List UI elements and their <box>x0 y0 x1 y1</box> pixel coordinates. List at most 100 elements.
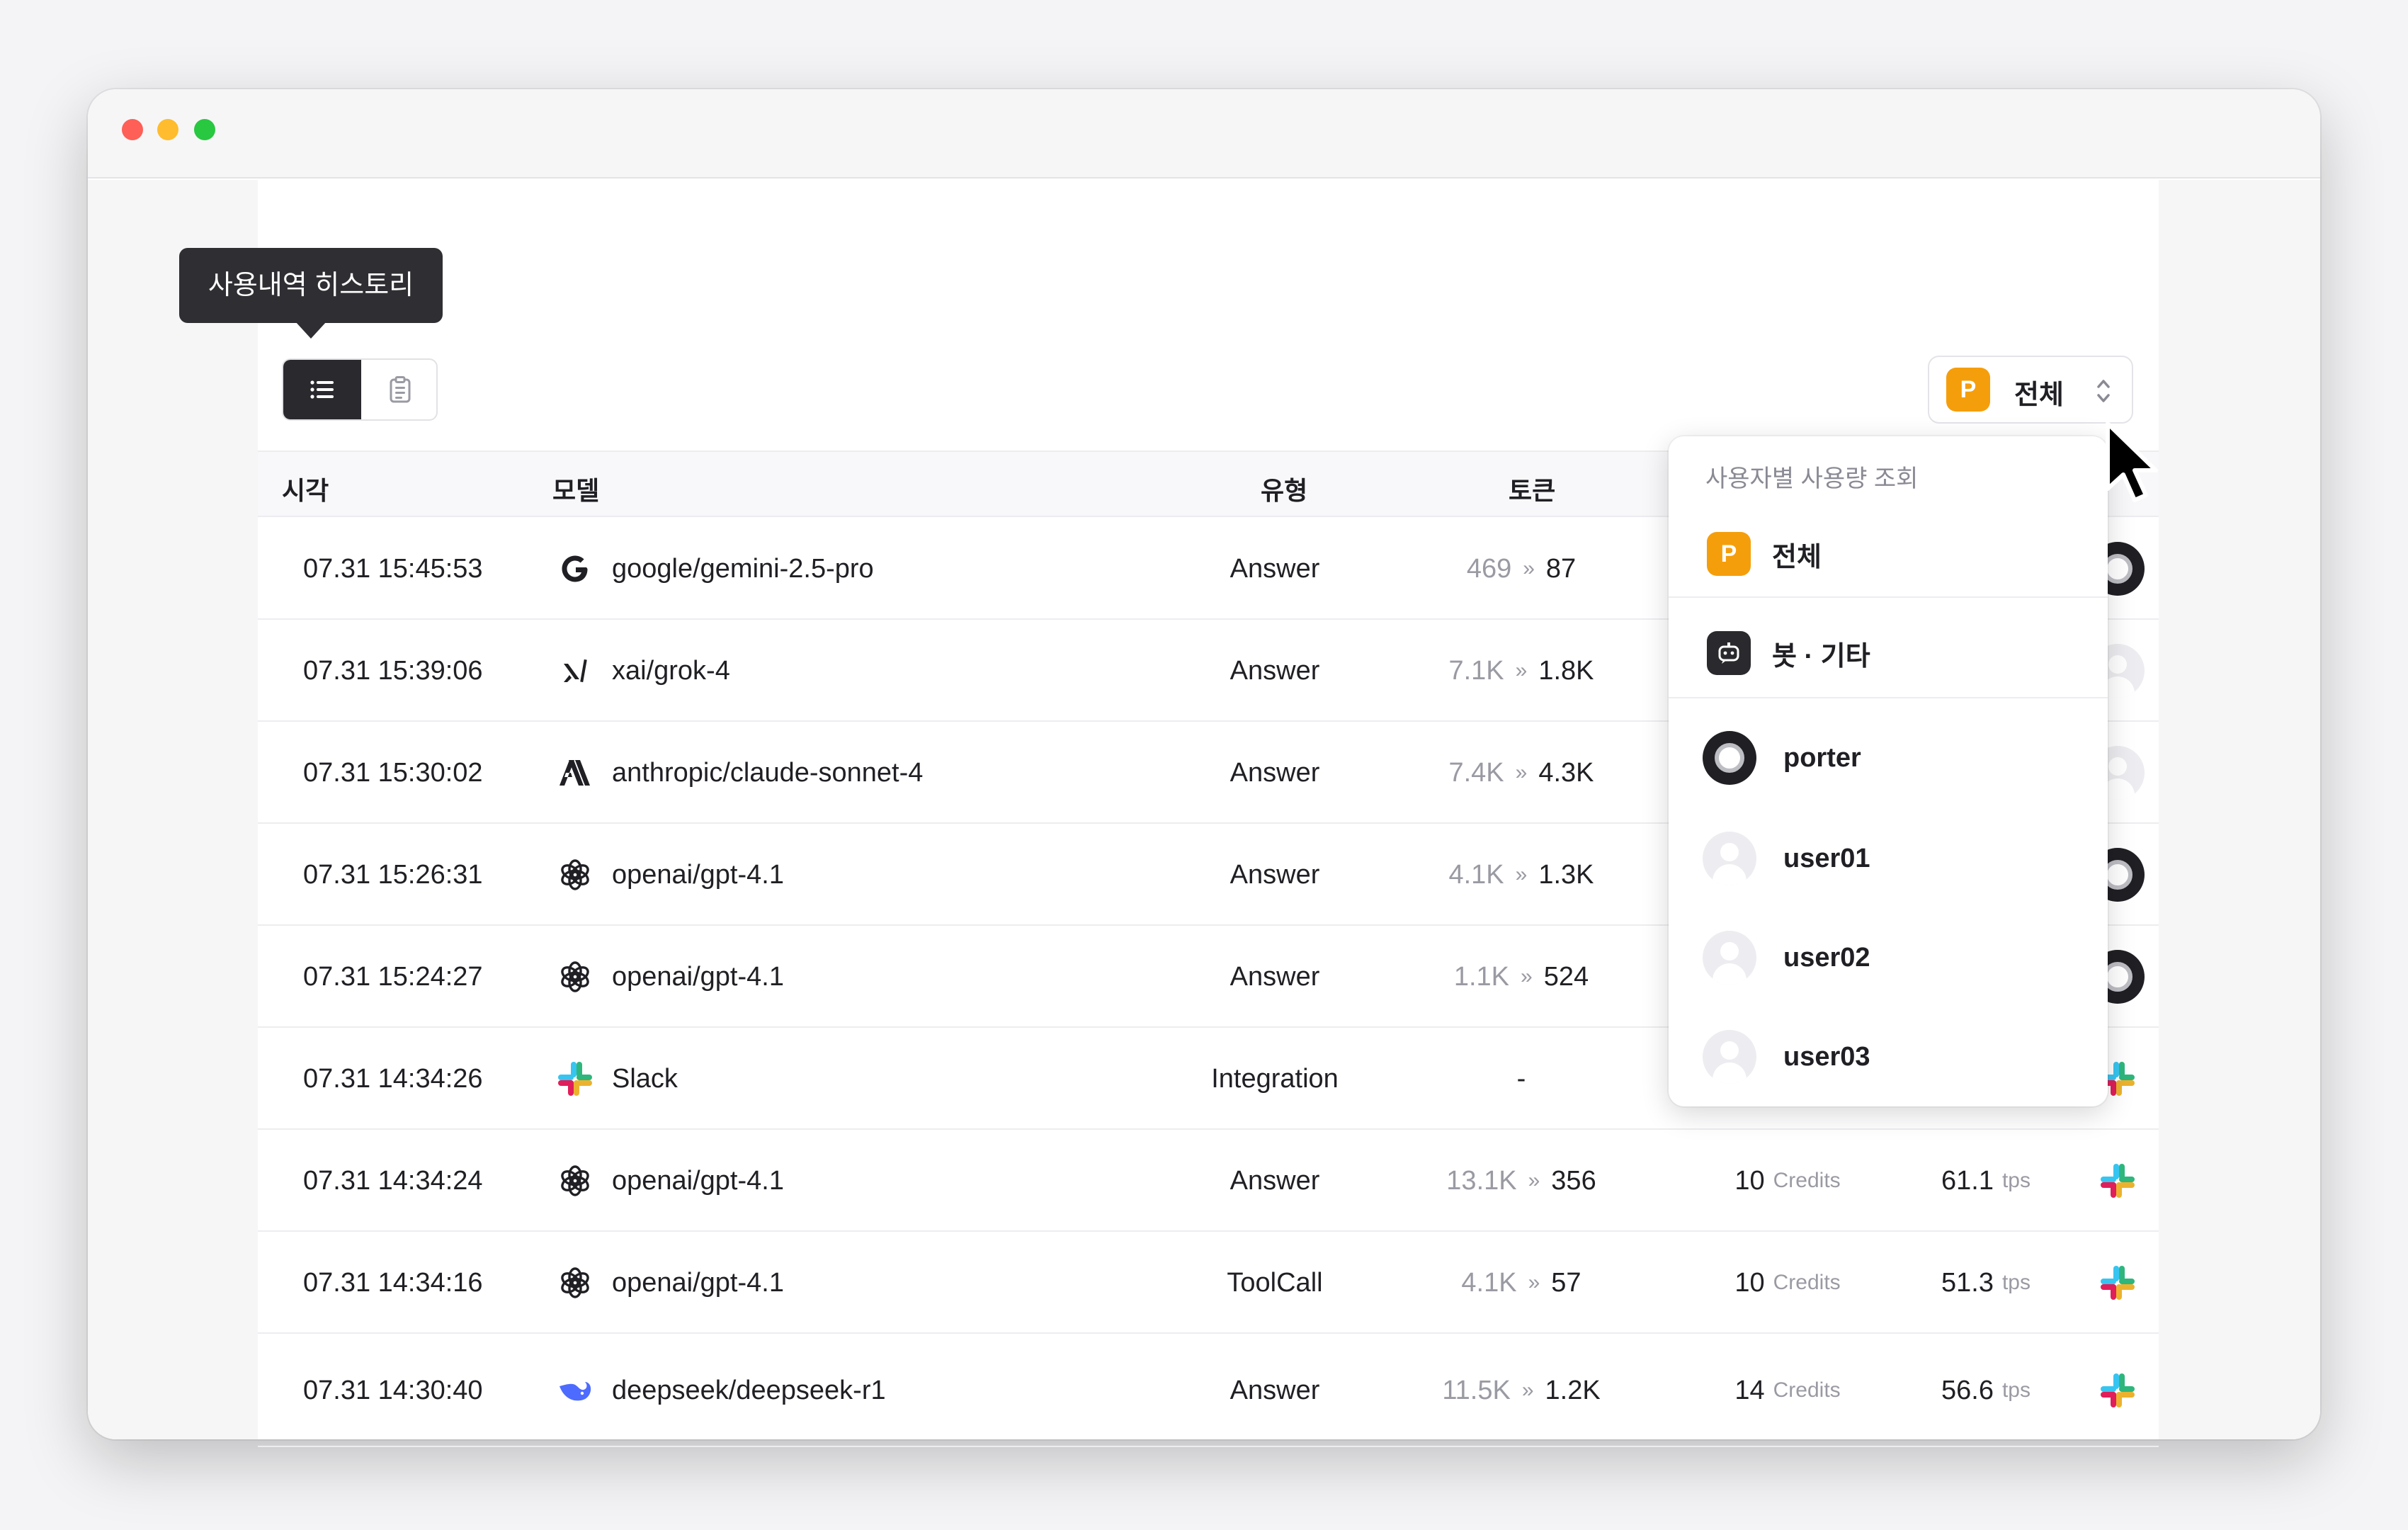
slack-icon <box>2089 1232 2146 1334</box>
dropdown-item-label: user01 <box>1783 843 1870 873</box>
dropdown-item-all[interactable]: P 전체 <box>1669 504 2108 604</box>
column-header-type[interactable]: 유형 <box>1261 470 1307 507</box>
row-model: openai/gpt-4.1 <box>555 1130 1193 1232</box>
row-model: deepseek/deepseek-r1 <box>555 1334 1193 1447</box>
slack-icon <box>555 1059 595 1099</box>
row-type: Answer <box>1169 926 1381 1028</box>
row-model-name: xai/grok-4 <box>612 655 730 686</box>
row-credits: 10 Credits <box>1681 1232 1894 1334</box>
row-type: Answer <box>1169 824 1381 926</box>
table-row[interactable]: 07.31 14:34:16 openai/gpt-4.1 ToolCall 4… <box>258 1232 2159 1334</box>
mouse-cursor-icon <box>2106 421 2158 502</box>
row-time-text: 07.31 14:34:24 <box>303 1165 483 1196</box>
row-time: 07.31 15:30:02 <box>303 722 516 824</box>
row-type: Integration <box>1169 1028 1381 1130</box>
chevron-up-down-icon <box>2097 380 2110 402</box>
row-type-text: ToolCall <box>1227 1267 1323 1298</box>
tps-unit: tps <box>2001 1169 2031 1192</box>
tokens-arrow: » <box>1528 1271 1540 1294</box>
xai-icon <box>555 651 595 691</box>
row-type: Answer <box>1169 722 1381 824</box>
row-time-text: 07.31 14:34:16 <box>303 1267 483 1298</box>
minimize-window-button[interactable] <box>157 119 178 140</box>
history-tooltip: 사용내역 히스토리 <box>179 248 443 339</box>
credits-unit: Credits <box>1773 1169 1841 1192</box>
row-tokens: 7.1K » 1.8K <box>1415 620 1628 722</box>
row-model-name: anthropic/claude-sonnet-4 <box>612 757 924 788</box>
row-tokens: 4.1K » 57 <box>1415 1232 1628 1334</box>
close-window-button[interactable] <box>122 119 143 140</box>
user-avatar <box>1703 832 1756 885</box>
row-model: Slack <box>555 1028 1193 1130</box>
slack-icon <box>2089 1334 2146 1447</box>
row-time: 07.31 15:39:06 <box>303 620 516 722</box>
dropdown-divider <box>1669 697 2108 698</box>
row-tokens: 13.1K » 356 <box>1415 1130 1628 1232</box>
credits-value: 10 <box>1734 1267 1765 1298</box>
dropdown-divider <box>1669 596 2108 598</box>
dropdown-item-label: user03 <box>1783 1041 1870 1072</box>
row-model-name: openai/gpt-4.1 <box>612 1267 784 1298</box>
summary-view-button[interactable] <box>361 360 436 419</box>
dropdown-item-user03[interactable]: user03 <box>1669 1007 2108 1106</box>
dropdown-item-user01[interactable]: user01 <box>1669 809 2108 908</box>
row-type-text: Answer <box>1229 1165 1320 1196</box>
dropdown-item-bots[interactable]: 봇 · 기타 <box>1669 604 2108 703</box>
row-model: openai/gpt-4.1 <box>555 926 1193 1028</box>
dropdown-item-user02[interactable]: user02 <box>1669 908 2108 1007</box>
dropdown-item-porter[interactable]: porter <box>1669 708 2108 808</box>
row-model: google/gemini-2.5-pro <box>555 518 1193 620</box>
row-model-name: Slack <box>612 1063 678 1094</box>
tps-unit: tps <box>2001 1271 2031 1294</box>
row-model-name: openai/gpt-4.1 <box>612 859 784 890</box>
bot-icon <box>1707 631 1751 675</box>
row-type-text: Integration <box>1211 1063 1339 1094</box>
row-time: 07.31 15:45:53 <box>303 518 516 620</box>
tokens-in: 13.1K <box>1446 1165 1517 1196</box>
tokens-out: 57 <box>1551 1267 1581 1298</box>
row-tps: 56.6 tps <box>1880 1334 2092 1447</box>
row-tokens: 4.1K » 1.3K <box>1415 824 1628 926</box>
row-time-text: 07.31 14:30:40 <box>303 1375 483 1405</box>
row-model: openai/gpt-4.1 <box>555 824 1193 926</box>
clipboard-icon <box>390 376 411 403</box>
row-model: anthropic/claude-sonnet-4 <box>555 722 1193 824</box>
table-row[interactable]: 07.31 14:34:24 openai/gpt-4.1 Answer 13.… <box>258 1130 2159 1232</box>
tokens-arrow: » <box>1515 659 1528 682</box>
tokens-in: 4.1K <box>1461 1267 1517 1298</box>
column-header-time[interactable]: 시각 <box>282 470 329 507</box>
row-type-text: Answer <box>1229 859 1320 890</box>
row-tokens: 7.4K » 4.3K <box>1415 722 1628 824</box>
row-tokens: - <box>1415 1028 1628 1130</box>
tokens-arrow: » <box>1523 557 1535 580</box>
tokens-out: 4.3K <box>1538 757 1594 788</box>
tokens-in: 4.1K <box>1448 859 1504 890</box>
tokens-out: 1.2K <box>1545 1375 1601 1405</box>
workspace-badge: P <box>1946 368 1990 412</box>
row-time-text: 07.31 15:30:02 <box>303 757 483 788</box>
tokens-arrow: » <box>1515 863 1528 886</box>
user-avatar <box>1703 1030 1756 1084</box>
row-time-text: 07.31 15:26:31 <box>303 859 483 890</box>
row-tokens: 11.5K » 1.2K <box>1415 1334 1628 1447</box>
porter-avatar <box>1703 731 1756 785</box>
maximize-window-button[interactable] <box>194 119 215 140</box>
user-filter-dropdown: 사용자별 사용량 조회 P 전체 봇 · 기타 porter user01 us… <box>1669 436 2108 1106</box>
user-filter-select[interactable]: P 전체 <box>1928 356 2133 424</box>
dropdown-header: 사용자별 사용량 조회 <box>1705 465 1919 492</box>
dropdown-item-label: 전체 <box>1772 542 1822 572</box>
tokens-in: 469 <box>1466 553 1512 584</box>
deepseek-icon <box>555 1371 595 1410</box>
column-header-tokens[interactable]: 토큰 <box>1509 470 1555 507</box>
credits-unit: Credits <box>1773 1271 1841 1294</box>
list-view-button[interactable] <box>283 360 361 419</box>
column-header-model[interactable]: 모델 <box>552 470 599 507</box>
row-type: Answer <box>1169 518 1381 620</box>
tokens-arrow: » <box>1521 965 1533 988</box>
row-model-name: openai/gpt-4.1 <box>612 961 784 992</box>
row-type: Answer <box>1169 1130 1381 1232</box>
tokens-in: 11.5K <box>1442 1375 1511 1405</box>
view-toggle <box>282 358 438 421</box>
row-tps: 51.3 tps <box>1880 1232 2092 1334</box>
table-row[interactable]: 07.31 14:30:40 deepseek/deepseek-r1 Answ… <box>258 1334 2159 1447</box>
